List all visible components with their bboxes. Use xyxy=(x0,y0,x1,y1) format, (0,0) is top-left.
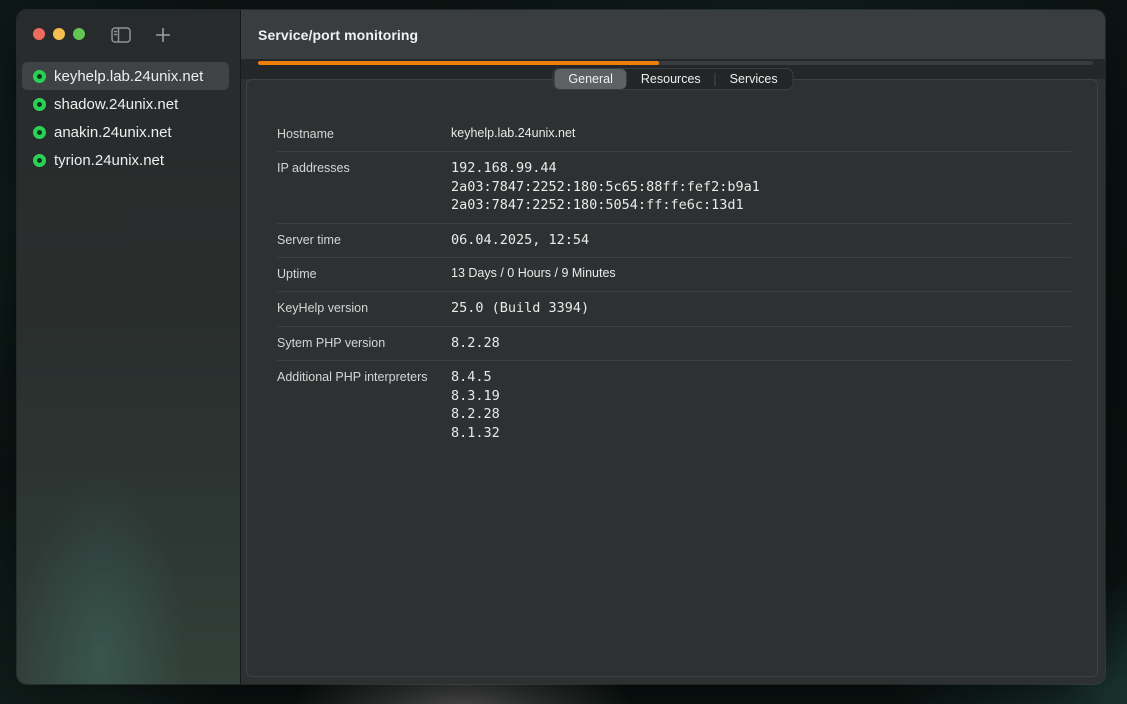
zoom-button[interactable] xyxy=(73,28,85,40)
server-list: keyhelp.lab.24unix.net shadow.24unix.net… xyxy=(22,62,229,174)
status-online-icon xyxy=(33,70,46,83)
general-info-card: Hostname keyhelp.lab.24unix.net IP addre… xyxy=(246,79,1098,677)
minimize-button[interactable] xyxy=(53,28,65,40)
row-additional-php-interpreters: Additional PHP interpreters 8.4.5 8.3.19… xyxy=(277,361,1071,450)
tab-resources[interactable]: Resources xyxy=(627,69,715,89)
row-label: Sytem PHP version xyxy=(277,334,451,353)
row-ip-addresses: IP addresses 192.168.99.44 2a03:7847:225… xyxy=(277,152,1071,224)
row-system-php-version: Sytem PHP version 8.2.28 xyxy=(277,327,1071,362)
row-value: 8.2.28 xyxy=(451,334,500,353)
sidebar-item-keyhelp[interactable]: keyhelp.lab.24unix.net xyxy=(22,62,229,90)
info-rows: Hostname keyhelp.lab.24unix.net IP addre… xyxy=(277,118,1071,450)
sidebar: keyhelp.lab.24unix.net shadow.24unix.net… xyxy=(17,10,241,684)
app-window: keyhelp.lab.24unix.net shadow.24unix.net… xyxy=(17,10,1105,684)
row-uptime: Uptime 13 Days / 0 Hours / 9 Minutes xyxy=(277,258,1071,292)
status-online-icon xyxy=(33,98,46,111)
monitoring-progress-bar xyxy=(258,61,1093,65)
tab-services[interactable]: Services xyxy=(716,69,792,89)
row-value: 25.0 (Build 3394) xyxy=(451,299,589,318)
row-value: 192.168.99.44 2a03:7847:2252:180:5c65:88… xyxy=(451,159,760,215)
row-label: Server time xyxy=(277,231,451,250)
traffic-lights xyxy=(33,28,85,40)
tab-bar: General Resources Services xyxy=(552,68,793,90)
sidebar-toolbar xyxy=(111,26,173,43)
row-label: Hostname xyxy=(277,125,451,143)
plus-icon xyxy=(155,27,171,43)
sidebar-item-tyrion[interactable]: tyrion.24unix.net xyxy=(22,146,229,174)
sidebar-item-shadow[interactable]: shadow.24unix.net xyxy=(22,90,229,118)
tab-general[interactable]: General xyxy=(554,69,626,89)
server-name: shadow.24unix.net xyxy=(54,96,178,113)
page-title: Service/port monitoring xyxy=(258,27,418,43)
close-button[interactable] xyxy=(33,28,45,40)
row-label: KeyHelp version xyxy=(277,299,451,318)
status-online-icon xyxy=(33,154,46,167)
row-value: 13 Days / 0 Hours / 9 Minutes xyxy=(451,265,616,283)
server-name: anakin.24unix.net xyxy=(54,124,172,141)
row-keyhelp-version: KeyHelp version 25.0 (Build 3394) xyxy=(277,292,1071,327)
status-online-icon xyxy=(33,126,46,139)
server-name: keyhelp.lab.24unix.net xyxy=(54,68,203,85)
row-label: Additional PHP interpreters xyxy=(277,368,451,442)
row-hostname: Hostname keyhelp.lab.24unix.net xyxy=(277,118,1071,152)
row-value: 06.04.2025, 12:54 xyxy=(451,231,589,250)
sidebar-toggle-button[interactable] xyxy=(111,26,131,43)
sidebar-toggle-icon xyxy=(111,27,131,43)
row-value: 8.4.5 8.3.19 8.2.28 8.1.32 xyxy=(451,368,500,442)
server-name: tyrion.24unix.net xyxy=(54,152,164,169)
progress-fill xyxy=(258,61,659,65)
main-panel: Service/port monitoring General Resource… xyxy=(241,10,1105,684)
sidebar-item-anakin[interactable]: anakin.24unix.net xyxy=(22,118,229,146)
titlebar: Service/port monitoring xyxy=(241,10,1105,59)
row-label: Uptime xyxy=(277,265,451,283)
row-value: keyhelp.lab.24unix.net xyxy=(451,125,575,143)
add-server-button[interactable] xyxy=(153,26,173,43)
row-server-time: Server time 06.04.2025, 12:54 xyxy=(277,224,1071,259)
row-label: IP addresses xyxy=(277,159,451,215)
